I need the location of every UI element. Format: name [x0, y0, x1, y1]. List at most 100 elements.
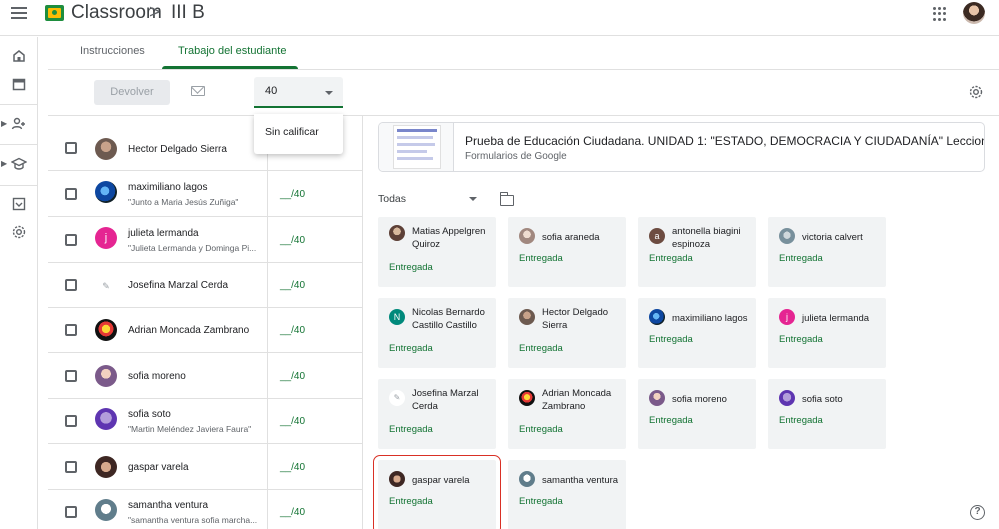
avatar — [779, 228, 795, 244]
school-icon[interactable] — [11, 156, 27, 172]
class-name[interactable]: III B — [171, 2, 205, 24]
submission-status: Entregada — [389, 262, 433, 273]
avatar: a — [649, 228, 665, 244]
student-name[interactable]: Josefina Marzal Cerda — [128, 280, 228, 291]
submission-card[interactable]: a antonella biagini espinoza Entregada — [638, 217, 756, 287]
gear-icon[interactable] — [968, 84, 984, 100]
submission-status: Entregada — [519, 496, 563, 507]
assignment-card[interactable]: Prueba de Educación Ciudadana. UNIDAD 1:… — [378, 122, 985, 172]
student-name[interactable]: gaspar varela — [128, 462, 189, 473]
submission-card[interactable]: N Nicolas Bernardo Castillo Castillo Ent… — [378, 298, 496, 368]
chevron-down-icon[interactable] — [325, 91, 333, 95]
grade-field[interactable]: __/40 — [280, 462, 305, 473]
folder-icon[interactable] — [499, 192, 514, 206]
email-icon[interactable] — [191, 86, 205, 96]
submission-card[interactable]: Hector Delgado Sierra Entregada — [508, 298, 626, 368]
active-tab-indicator — [162, 66, 298, 69]
row-checkbox[interactable] — [65, 506, 77, 518]
filter-select[interactable]: Todas — [378, 193, 406, 205]
grade-field[interactable]: __/40 — [280, 235, 305, 246]
expand-caret-icon[interactable]: ▶ — [1, 119, 7, 128]
classroom-logo-icon[interactable] — [45, 5, 64, 21]
submission-status: Entregada — [389, 496, 433, 507]
menu-icon[interactable] — [11, 7, 27, 21]
submission-card[interactable]: maximiliano lagos Entregada — [638, 298, 756, 368]
student-name[interactable]: Hector Delgado Sierra — [128, 144, 227, 155]
row-checkbox[interactable] — [65, 370, 77, 382]
submission-student-name: antonella biagini espinoza — [672, 226, 741, 250]
row-checkbox[interactable] — [65, 234, 77, 246]
submission-card[interactable]: Matias Appelgren Quiroz Entregada — [378, 217, 496, 287]
avatar — [519, 228, 535, 244]
submission-student-name: sofia moreno — [672, 394, 727, 405]
row-checkbox[interactable] — [65, 415, 77, 427]
avatar — [95, 319, 117, 341]
submission-student-name: julieta lermanda — [802, 313, 870, 324]
table-row[interactable]: sofia soto "Martin Meléndez Javiera Faur… — [48, 399, 362, 444]
submission-card[interactable]: j julieta lermanda Entregada — [768, 298, 886, 368]
table-row[interactable]: gaspar varela __/40 — [48, 445, 362, 490]
user-avatar[interactable] — [963, 2, 985, 24]
grade-field[interactable]: __/40 — [280, 280, 305, 291]
avatar: N — [389, 309, 405, 325]
grading-toolbar: Devolver 40 — [48, 70, 999, 116]
grade-field[interactable]: __/40 — [280, 507, 305, 518]
submission-card[interactable]: sofia soto Entregada — [768, 379, 886, 449]
chevron-down-icon[interactable] — [469, 197, 477, 201]
student-name[interactable]: julieta lermanda — [128, 228, 199, 239]
help-icon[interactable]: ? — [970, 505, 985, 520]
submission-status: Entregada — [779, 253, 823, 264]
student-name[interactable]: Adrian Moncada Zambrano — [128, 325, 249, 336]
return-button[interactable]: Devolver — [94, 80, 170, 105]
student-name[interactable]: sofia soto — [128, 409, 171, 420]
tab-instrucciones[interactable]: Instrucciones — [80, 45, 145, 57]
row-checkbox[interactable] — [65, 324, 77, 336]
tab-trabajo-estudiante[interactable]: Trabajo del estudiante — [178, 45, 286, 57]
assignment-title[interactable]: Prueba de Educación Ciudadana. UNIDAD 1:… — [465, 134, 984, 148]
grade-field[interactable]: __/40 — [280, 325, 305, 336]
table-row[interactable]: samantha ventura "samantha ventura sofia… — [48, 490, 362, 529]
student-name[interactable]: sofia moreno — [128, 371, 186, 382]
grade-field[interactable]: __/40 — [280, 189, 305, 200]
submission-card[interactable]: samantha ventura Entregada — [508, 460, 626, 529]
archive-icon[interactable] — [11, 196, 27, 212]
calendar-icon[interactable] — [11, 76, 27, 92]
home-icon[interactable] — [11, 48, 27, 64]
settings-icon[interactable] — [11, 224, 27, 240]
submission-status: Entregada — [779, 415, 823, 426]
apps-grid-icon[interactable] — [933, 7, 947, 21]
submission-card[interactable]: Adrian Moncada Zambrano Entregada — [508, 379, 626, 449]
grade-field[interactable]: __/40 — [280, 416, 305, 427]
points-select[interactable]: 40 — [254, 77, 343, 108]
student-note: "Julieta Lermanda y Dominga Pi... — [128, 243, 257, 253]
submission-card[interactable]: victoria calvert Entregada — [768, 217, 886, 287]
points-value[interactable]: 40 — [265, 85, 277, 97]
table-row[interactable]: maximiliano lagos "Junto a Maria Jesús Z… — [48, 172, 362, 217]
submission-student-name: Adrian Moncada Zambrano — [542, 388, 612, 412]
submission-card[interactable]: ✎ Josefina Marzal Cerda Entregada — [378, 379, 496, 449]
student-name[interactable]: maximiliano lagos — [128, 182, 207, 193]
table-row[interactable]: ✎ Josefina Marzal Cerda __/40 — [48, 263, 362, 308]
avatar — [519, 309, 535, 325]
row-checkbox[interactable] — [65, 188, 77, 200]
grade-field[interactable]: __/40 — [280, 371, 305, 382]
people-icon[interactable] — [11, 116, 27, 132]
submission-card[interactable]: sofia moreno Entregada — [638, 379, 756, 449]
submission-student-name: Matias Appelgren Quiroz — [412, 226, 486, 250]
row-checkbox[interactable] — [65, 279, 77, 291]
row-checkbox[interactable] — [65, 461, 77, 473]
avatar — [95, 456, 117, 478]
student-name[interactable]: samantha ventura — [128, 500, 208, 511]
submission-card[interactable]: sofia araneda Entregada — [508, 217, 626, 287]
submission-card-selected[interactable]: gaspar varela Entregada — [373, 455, 501, 529]
expand-caret-icon[interactable]: ▶ — [1, 159, 7, 168]
avatar: j — [779, 309, 795, 325]
row-checkbox[interactable] — [65, 142, 77, 154]
form-thumbnail — [379, 123, 454, 171]
dropdown-option-sin-calificar[interactable]: Sin calificar — [265, 126, 319, 138]
table-row[interactable]: Adrian Moncada Zambrano __/40 — [48, 308, 362, 353]
table-row[interactable]: sofia moreno __/40 — [48, 354, 362, 399]
table-row[interactable]: j julieta lermanda "Julieta Lermanda y D… — [48, 218, 362, 263]
submission-student-name: maximiliano lagos — [672, 313, 748, 324]
submission-student-name: samantha ventura — [542, 475, 619, 486]
